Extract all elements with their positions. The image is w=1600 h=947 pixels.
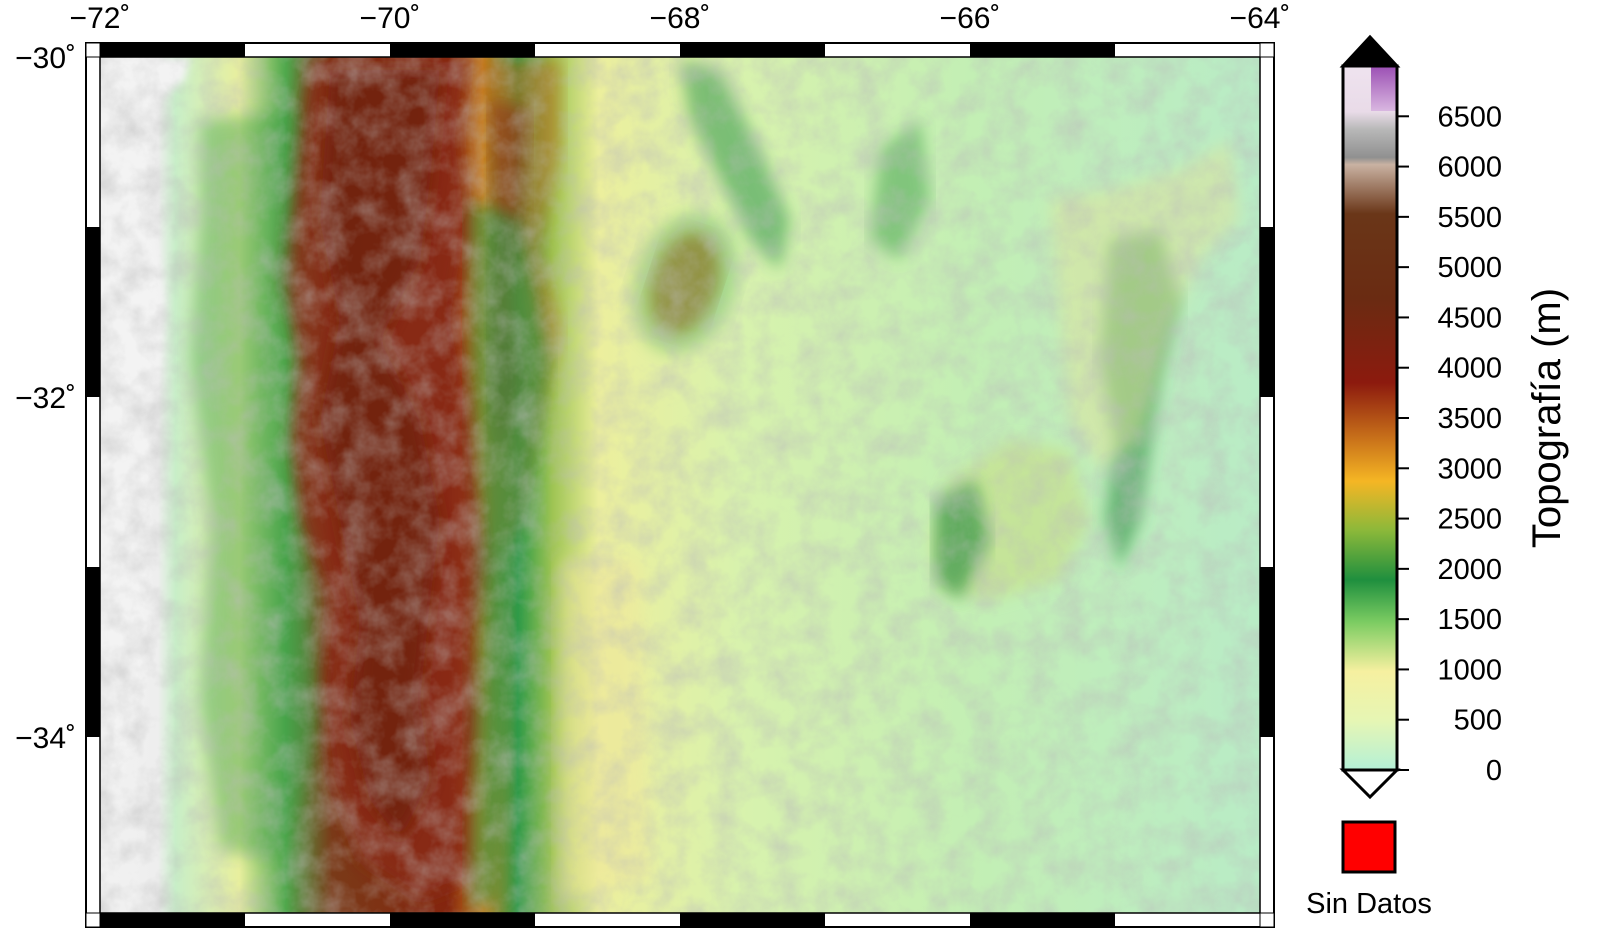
frame-left-checkers [86, 227, 100, 737]
colorbar-min-triangle [1339, 768, 1401, 800]
lon-tick-label: −66˚ [940, 2, 1001, 35]
colorbar-gradient [1343, 66, 1397, 770]
colorbar-tick-label: 6500 [1437, 101, 1502, 133]
colorbar-tick-label: 6000 [1437, 152, 1502, 184]
colorbar-tick-label: 1500 [1437, 604, 1502, 636]
colorbar-tick-label: 4500 [1437, 302, 1502, 334]
longitude-axis: −72˚ −70˚ −68˚ −66˚ −64˚ [70, 2, 1291, 35]
lon-tick-label: −72˚ [70, 2, 131, 35]
colorbar-top-strip [1371, 66, 1397, 111]
colorbar-tick-label: 500 [1454, 705, 1502, 737]
colorbar-tick-label: 3500 [1437, 403, 1502, 435]
latitude-axis: −30˚ −32˚ −34˚ [15, 42, 76, 755]
colorbar-tick-label: 0 [1486, 755, 1502, 787]
colorbar-max-triangle [1339, 34, 1401, 68]
nodata-swatch [1341, 820, 1397, 874]
frame-right-checkers [1260, 227, 1274, 737]
colorbar: 0 500 1000 1500 2000 2500 3000 3500 4000 4500 5000… [1339, 34, 1569, 800]
colorbar-tick-label: 2000 [1437, 554, 1502, 586]
lon-tick-label: −68˚ [650, 2, 711, 35]
frame-top-checkers [100, 43, 1115, 57]
lat-tick-label: −32˚ [15, 382, 76, 415]
colorbar-tick-label: 3000 [1437, 453, 1502, 485]
nodata-label: Sin Datos [1306, 888, 1432, 920]
colorbar-tick-label: 5500 [1437, 202, 1502, 234]
lat-tick-label: −30˚ [15, 42, 76, 75]
lat-tick-label: −34˚ [15, 722, 76, 755]
colorbar-tick-label: 1000 [1437, 654, 1502, 686]
lon-tick-label: −70˚ [360, 2, 421, 35]
frame-bottom-checkers [100, 913, 1115, 927]
colorbar-tick-label: 2500 [1437, 504, 1502, 536]
lon-tick-label: −64˚ [1230, 2, 1291, 35]
colorbar-tick-label: 4000 [1437, 353, 1502, 385]
nodata-legend: Sin Datos [1306, 820, 1432, 920]
topography-map-figure: −72˚ −70˚ −68˚ −66˚ −64˚ −30˚ −32˚ −34˚ … [15, 2, 1569, 928]
colorbar-ticks: 0 500 1000 1500 2000 2500 3000 3500 4000 4500 5000… [1397, 101, 1502, 787]
colorbar-tick-label: 5000 [1437, 252, 1502, 284]
colorbar-title: Topografía (m) [1525, 288, 1569, 548]
topography-raster [100, 57, 1260, 913]
